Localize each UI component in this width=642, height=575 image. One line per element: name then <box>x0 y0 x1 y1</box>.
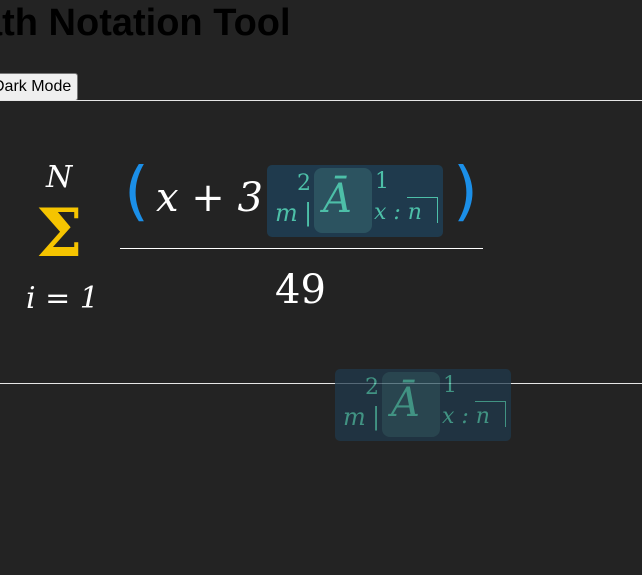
fraction-bar <box>120 248 483 249</box>
drag-preview-separator: | <box>372 403 381 431</box>
numerator-term[interactable]: x + 3 <box>156 178 263 218</box>
drag-preview-right-superscript: 1 <box>443 373 457 398</box>
actuarial-right-superscript[interactable]: 1 <box>375 171 389 193</box>
drag-preview: 2 m | Ā 1 x : n <box>335 369 511 441</box>
dark-mode-button[interactable]: Dark Mode <box>0 73 79 101</box>
drag-preview-angle-top <box>475 401 506 402</box>
actuarial-left-superscript[interactable]: 2 <box>297 173 311 195</box>
actuarial-separator: | <box>304 199 313 227</box>
denominator[interactable]: 49 <box>275 270 326 310</box>
close-paren[interactable]: ) <box>453 160 478 224</box>
drag-preview-main-symbol: Ā <box>391 380 420 426</box>
drag-preview-right-subscript: x : n <box>442 404 490 429</box>
drag-preview-angle-side <box>505 401 506 427</box>
sum-symbol[interactable]: Σ <box>36 200 83 266</box>
formula-canvas[interactable] <box>0 100 642 384</box>
actuarial-symbol[interactable]: 2 m | Ā 1 x : n <box>267 165 443 237</box>
actuarial-angle-top <box>407 197 438 198</box>
actuarial-left-subscript[interactable]: m <box>275 201 298 225</box>
open-paren[interactable]: ( <box>124 160 149 224</box>
actuarial-angle-side <box>437 197 438 223</box>
page-title: ath Notation Tool <box>0 2 291 44</box>
drag-preview-left-superscript: 2 <box>365 375 379 400</box>
actuarial-main-symbol[interactable]: Ā <box>323 179 352 219</box>
sum-lower-limit[interactable]: i = 1 <box>26 284 99 314</box>
page: ath Notation Tool Dark Mode N Σ i = 1 ( … <box>0 0 642 575</box>
sum-upper-limit[interactable]: N <box>46 163 72 193</box>
actuarial-right-subscript[interactable]: x : n <box>374 202 422 224</box>
drag-preview-left-subscript: m <box>343 403 366 431</box>
